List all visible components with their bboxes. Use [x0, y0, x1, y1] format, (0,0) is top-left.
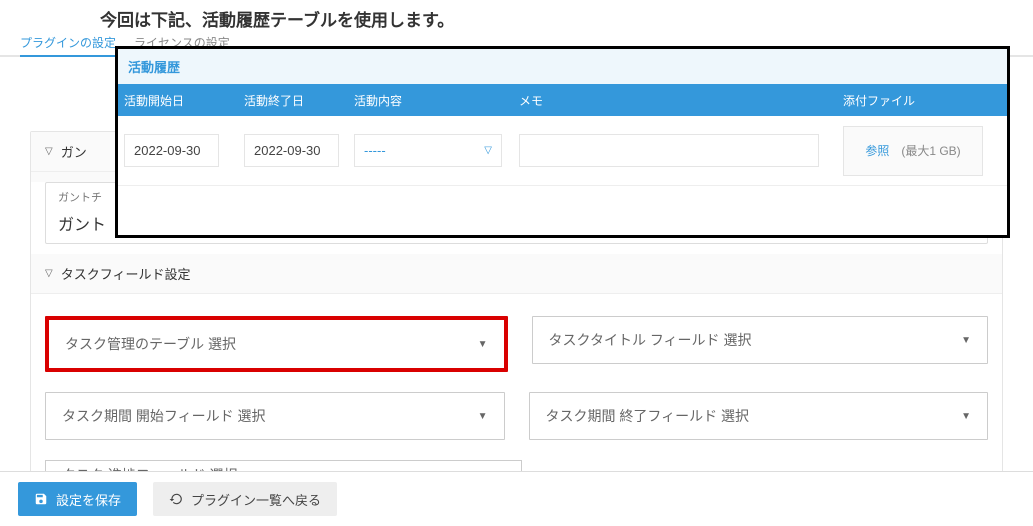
file-size-hint: (最大1 GB): [901, 142, 960, 159]
caret-down-icon: ▼: [961, 335, 971, 346]
footer-bar: 設定を保存 プラグイン一覧へ戻る: [0, 471, 1033, 526]
back-button[interactable]: プラグイン一覧へ戻る: [153, 482, 337, 516]
task-title-select-label: タスクタイトル フィールド 選択: [549, 330, 752, 350]
table-title: 活動履歴: [118, 49, 1007, 84]
start-date-input[interactable]: 2022-09-30: [124, 134, 219, 167]
save-icon: [34, 492, 48, 506]
content-select-value: -----: [364, 143, 386, 158]
instruction-text: 今回は下記、活動履歴テーブルを使用します。: [100, 6, 1033, 31]
table-row: 2022-09-30 2022-09-30 ----- ▽ 参照 (最大1 GB…: [118, 116, 1007, 186]
activity-history-table: 活動履歴 活動開始日 活動終了日 活動内容 メモ 添付ファイル 2022-09-…: [115, 46, 1010, 238]
task-start-select[interactable]: タスク期間 開始フィールド 選択 ▼: [45, 392, 505, 440]
memo-input[interactable]: [519, 134, 819, 167]
task-end-select-label: タスク期間 終了フィールド 選択: [546, 406, 750, 426]
col-header-end: 活動終了日: [238, 92, 348, 109]
col-header-file: 添付ファイル: [823, 92, 1007, 109]
caret-down-icon: ▼: [478, 411, 488, 422]
content-select[interactable]: ----- ▽: [354, 134, 502, 167]
task-section-body: タスク管理のテーブル 選択 ▼ タスクタイトル フィールド 選択 ▼ タスク期間…: [31, 294, 1002, 498]
task-section-title: タスクフィールド設定: [61, 264, 191, 283]
chevron-down-icon: ▽: [45, 146, 53, 157]
save-button-label: 設定を保存: [56, 490, 121, 509]
col-header-start: 活動開始日: [118, 92, 238, 109]
task-end-select[interactable]: タスク期間 終了フィールド 選択 ▼: [529, 392, 989, 440]
chevron-down-icon: ▽: [484, 145, 492, 156]
end-date-input[interactable]: 2022-09-30: [244, 134, 339, 167]
file-browse-link[interactable]: 参照: [865, 142, 889, 159]
tab-plugin-settings[interactable]: プラグインの設定: [20, 34, 116, 57]
history-icon: [169, 492, 183, 506]
task-table-select[interactable]: タスク管理のテーブル 選択 ▼: [45, 316, 508, 372]
file-attachment[interactable]: 参照 (最大1 GB): [843, 126, 983, 176]
caret-down-icon: ▼: [478, 339, 488, 350]
save-button[interactable]: 設定を保存: [18, 482, 137, 516]
task-start-select-label: タスク期間 開始フィールド 選択: [62, 406, 266, 426]
task-section-header[interactable]: ▽ タスクフィールド設定: [31, 254, 1002, 294]
col-header-content: 活動内容: [348, 92, 513, 109]
chevron-down-icon: ▽: [45, 268, 53, 279]
back-button-label: プラグイン一覧へ戻る: [191, 490, 321, 509]
caret-down-icon: ▼: [961, 411, 971, 422]
task-title-select[interactable]: タスクタイトル フィールド 選択 ▼: [532, 316, 989, 364]
table-header-row: 活動開始日 活動終了日 活動内容 メモ 添付ファイル: [118, 84, 1007, 116]
gantt-section-title: ガン: [61, 142, 87, 161]
task-table-select-label: タスク管理のテーブル 選択: [65, 334, 236, 354]
col-header-memo: メモ: [513, 92, 823, 109]
